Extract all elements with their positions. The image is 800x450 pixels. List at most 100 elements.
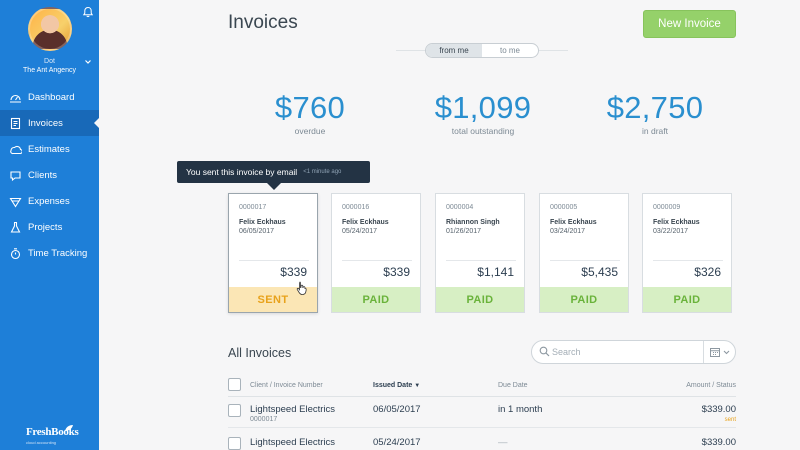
page-title: Invoices	[228, 12, 298, 33]
avatar[interactable]	[28, 7, 72, 51]
card-number: 0000017	[239, 204, 267, 211]
hand-cursor-icon	[296, 281, 307, 295]
stat-amount: $1,099	[434, 90, 532, 125]
sidebar-item-estimates[interactable]: Estimates	[0, 136, 99, 162]
column-client[interactable]: Client / Invoice Number	[250, 382, 323, 389]
card-amount: $326	[694, 265, 721, 279]
stat-outstanding[interactable]: $1,099 total outstanding	[403, 90, 563, 136]
card-divider	[653, 260, 723, 261]
card-amount: $1,141	[477, 265, 514, 279]
toggle-to-me[interactable]: to me	[482, 44, 538, 57]
sidebar-item-label: Projects	[28, 221, 63, 233]
sidebar-item-invoices[interactable]: Invoices	[0, 110, 99, 136]
stat-label: total outstanding	[451, 126, 515, 136]
row-due: —	[498, 437, 508, 448]
column-issued[interactable]: Issued Date ▼	[373, 382, 420, 389]
calendar-icon[interactable]	[709, 346, 721, 358]
card-client: Felix Eckhaus	[342, 219, 389, 226]
column-issued-label: Issued Date	[373, 382, 413, 389]
sidebar-nav: Dashboard Invoices Estimates Clients Exp…	[0, 84, 99, 266]
stat-label: overdue	[294, 126, 326, 136]
card-divider	[550, 260, 620, 261]
user-company[interactable]: The Ant Angency	[0, 67, 99, 74]
timer-icon	[8, 246, 22, 260]
row-status: sent	[724, 417, 736, 423]
card-amount: $339	[383, 265, 410, 279]
row-client: Lightspeed Electrics	[250, 437, 336, 448]
card-date: 03/22/2017	[653, 228, 689, 235]
card-date: 05/24/2017	[342, 228, 378, 235]
active-caret	[94, 118, 99, 128]
row-amount: $339.00	[701, 404, 736, 415]
card-number: 0000005	[550, 204, 578, 211]
search-icon	[539, 346, 550, 357]
all-invoices-title: All Invoices	[228, 346, 292, 360]
clients-icon	[8, 168, 22, 182]
sidebar-item-dashboard[interactable]: Dashboard	[0, 84, 99, 110]
toggle-from-me[interactable]: from me	[426, 44, 482, 57]
column-due[interactable]: Due Date	[498, 382, 528, 389]
from-to-toggle[interactable]: from me to me	[425, 43, 539, 58]
card-client: Felix Eckhaus	[550, 219, 597, 226]
invoice-card[interactable]: 0000017 Felix Eckhaus 06/05/2017 $339 SE…	[228, 193, 318, 313]
sidebar-item-label: Expenses	[28, 195, 70, 207]
card-client: Rhiannon Singh	[446, 219, 500, 226]
card-number: 0000004	[446, 204, 474, 211]
sidebar-item-projects[interactable]: Projects	[0, 214, 99, 240]
chevron-down-icon[interactable]	[84, 58, 92, 66]
sidebar-item-label: Dashboard	[28, 91, 75, 103]
stat-label: in draft	[642, 126, 668, 136]
table-row[interactable]: Lightspeed Electrics 0000017 06/05/2017 …	[228, 398, 736, 428]
invoice-card[interactable]: 0000004 Rhiannon Singh 01/26/2017 $1,141…	[435, 193, 525, 313]
sidebar-item-time-tracking[interactable]: Time Tracking	[0, 240, 99, 266]
estimate-icon	[8, 142, 22, 156]
card-amount: $5,435	[581, 265, 618, 279]
new-invoice-button[interactable]: New Invoice	[643, 10, 736, 38]
search-divider	[703, 341, 704, 363]
select-all-checkbox[interactable]	[228, 378, 241, 391]
bell-icon[interactable]	[82, 6, 94, 18]
stat-overdue[interactable]: $760 overdue	[230, 90, 390, 136]
card-client: Felix Eckhaus	[239, 219, 286, 226]
row-client: Lightspeed Electrics	[250, 404, 336, 415]
row-issued: 05/24/2017	[373, 437, 421, 448]
stat-draft[interactable]: $2,750 in draft	[575, 90, 735, 136]
tooltip-time: <1 minute ago	[303, 169, 342, 175]
card-divider	[446, 260, 516, 261]
expenses-icon	[8, 194, 22, 208]
card-client: Felix Eckhaus	[653, 219, 700, 226]
sidebar-item-clients[interactable]: Clients	[0, 162, 99, 188]
invoice-card[interactable]: 0000016 Felix Eckhaus 05/24/2017 $339 PA…	[331, 193, 421, 313]
card-date: 06/05/2017	[239, 228, 275, 235]
projects-icon	[8, 220, 22, 234]
card-divider	[342, 260, 412, 261]
chevron-down-icon[interactable]	[723, 350, 730, 355]
status-badge: PAID	[643, 287, 731, 312]
stat-amount: $760	[274, 90, 346, 125]
row-due: in 1 month	[498, 404, 543, 415]
card-divider	[239, 260, 309, 261]
row-checkbox[interactable]	[228, 437, 241, 450]
logo-tagline: cloud accounting	[26, 440, 57, 445]
search-input[interactable]	[552, 344, 692, 360]
leaf-icon	[65, 425, 73, 431]
sidebar-item-label: Time Tracking	[28, 247, 88, 259]
column-amount[interactable]: Amount / Status	[686, 382, 736, 389]
card-date: 01/26/2017	[446, 228, 482, 235]
invoice-icon	[8, 116, 22, 130]
stat-amount: $2,750	[606, 90, 704, 125]
tooltip: You sent this invoice by email <1 minute…	[177, 161, 370, 183]
table-header: Client / Invoice Number Issued Date ▼ Du…	[228, 377, 736, 397]
card-date: 03/24/2017	[550, 228, 586, 235]
tooltip-text: You sent this invoice by email	[186, 167, 298, 177]
status-badge: PAID	[540, 287, 628, 312]
invoice-card[interactable]: 0000005 Felix Eckhaus 03/24/2017 $5,435 …	[539, 193, 629, 313]
sort-down-icon: ▼	[414, 383, 421, 389]
table-row[interactable]: Lightspeed Electrics 05/24/2017 — $339.0…	[228, 429, 736, 450]
invoice-card[interactable]: 0000009 Felix Eckhaus 03/22/2017 $326 PA…	[642, 193, 732, 313]
card-number: 0000009	[653, 204, 681, 211]
status-badge: PAID	[332, 287, 420, 312]
row-checkbox[interactable]	[228, 404, 241, 417]
sidebar-item-expenses[interactable]: Expenses	[0, 188, 99, 214]
sidebar-item-label: Invoices	[28, 117, 63, 129]
